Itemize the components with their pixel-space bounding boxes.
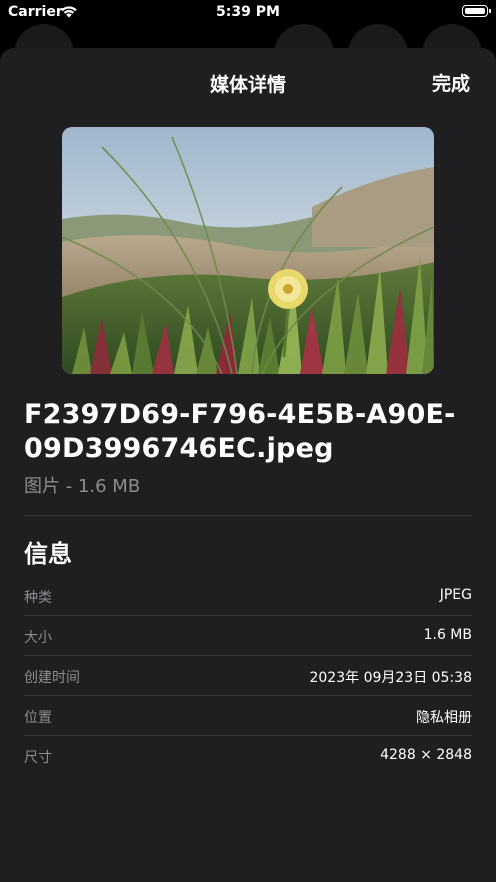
info-section-title: 信息 xyxy=(24,540,72,568)
media-preview-image xyxy=(62,127,434,374)
info-label: 位置 xyxy=(24,710,52,726)
battery-icon xyxy=(462,5,491,17)
done-button[interactable]: 完成 xyxy=(432,69,470,96)
info-value: 隐私相册 xyxy=(416,710,472,726)
info-label: 创建时间 xyxy=(24,670,80,686)
info-label: 尺寸 xyxy=(24,750,52,766)
info-value: JPEG xyxy=(439,587,472,603)
info-table: 种类 JPEG 大小 1.6 MB 创建时间 2023年 09月23日 05:3… xyxy=(24,576,472,775)
file-name: F2397D69-F796-4E5B-A90E-09D3996746EC.jpe… xyxy=(24,399,456,464)
info-label: 大小 xyxy=(24,630,52,646)
info-row-dimensions: 尺寸 4288 × 2848 xyxy=(24,736,472,775)
photo-illustration xyxy=(62,127,434,374)
status-bar: Carrier 5:39 PM xyxy=(0,0,496,26)
page-title: 媒体详情 xyxy=(209,74,286,96)
status-time: 5:39 PM xyxy=(216,4,280,20)
info-row-kind: 种类 JPEG xyxy=(24,576,472,616)
media-details-sheet: 媒体详情 完成 F2397D69-F796-4E5B-A90E-09D39967… xyxy=(0,48,496,882)
info-row-size: 大小 1.6 MB xyxy=(24,616,472,656)
info-row-location: 位置 隐私相册 xyxy=(24,696,472,736)
info-value: 1.6 MB xyxy=(423,627,472,643)
info-value: 2023年 09月23日 05:38 xyxy=(309,670,472,686)
file-type-size: 图片 - 1.6 MB xyxy=(24,476,141,497)
info-label: 种类 xyxy=(24,590,52,606)
info-row-created: 创建时间 2023年 09月23日 05:38 xyxy=(24,656,472,696)
section-divider xyxy=(24,515,472,516)
info-value: 4288 × 2848 xyxy=(380,747,472,763)
